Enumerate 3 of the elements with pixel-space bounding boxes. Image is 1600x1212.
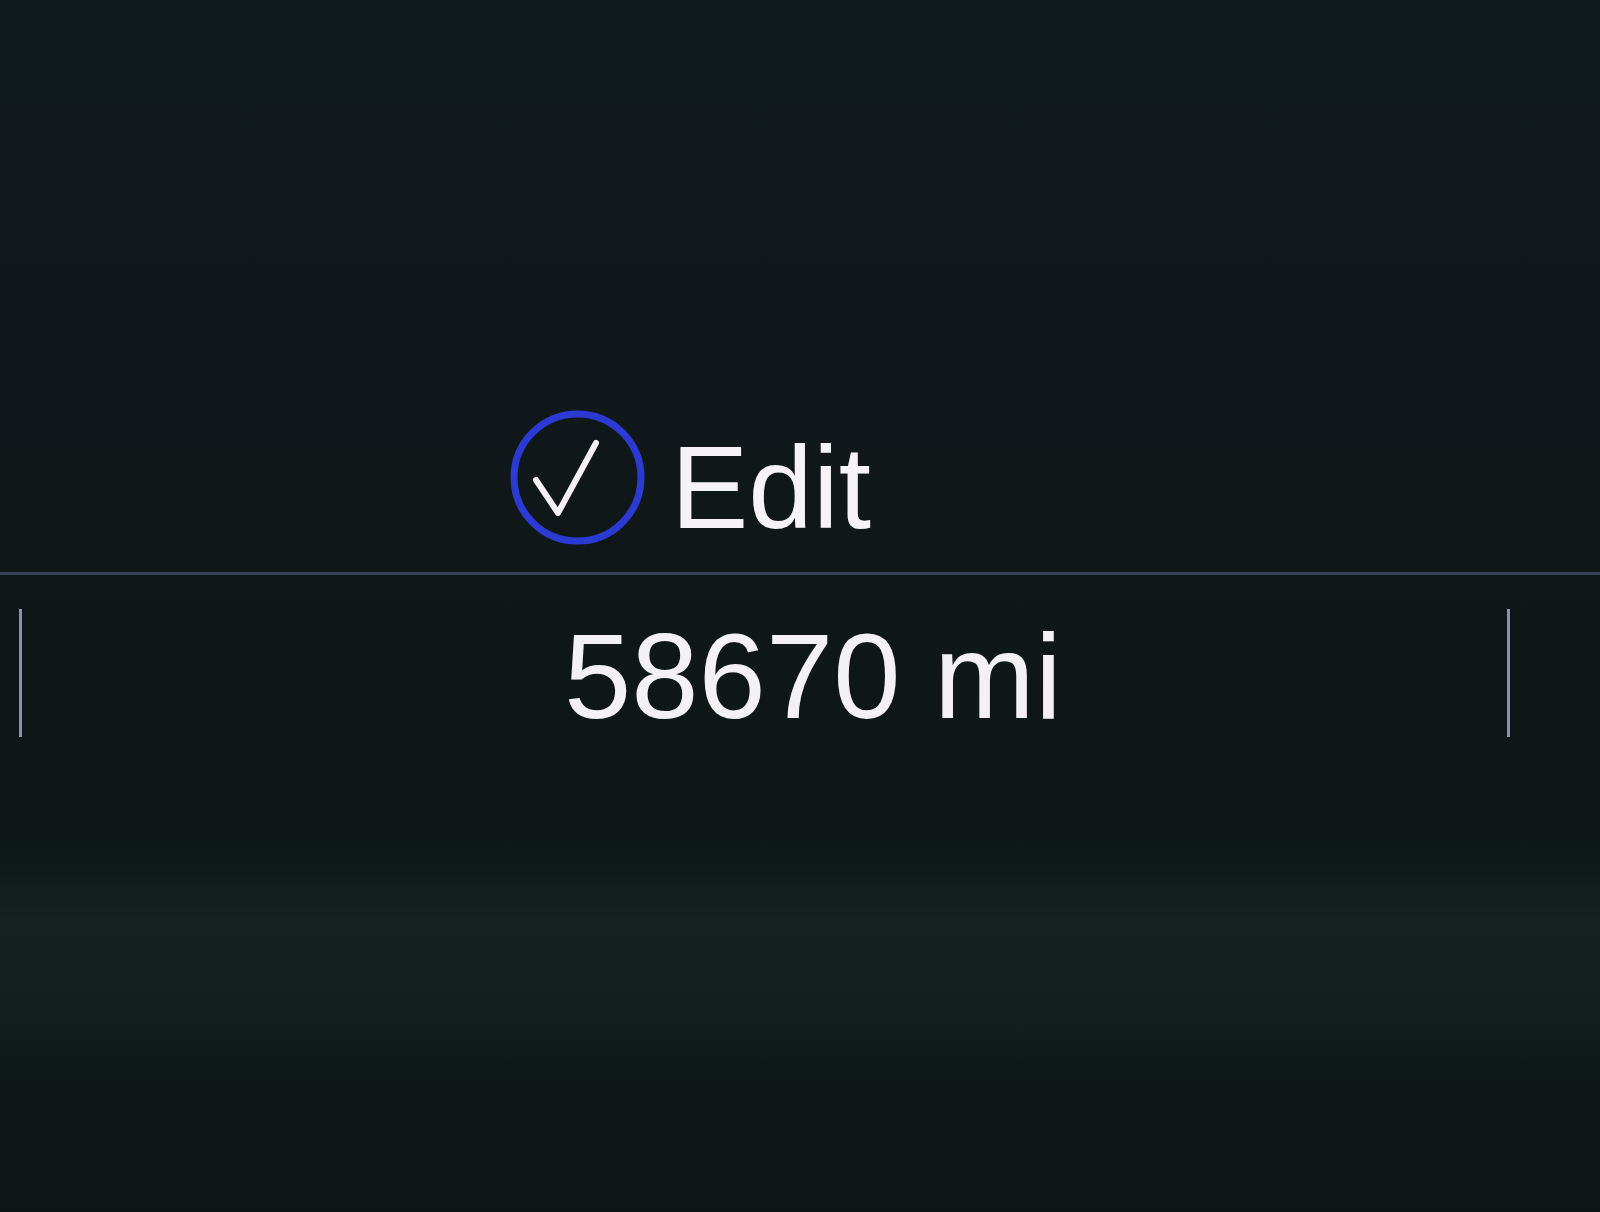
odometer-reading: 58670 mi bbox=[564, 609, 1062, 737]
check-circle-icon bbox=[510, 409, 645, 545]
edit-button[interactable]: Edit bbox=[510, 408, 871, 546]
